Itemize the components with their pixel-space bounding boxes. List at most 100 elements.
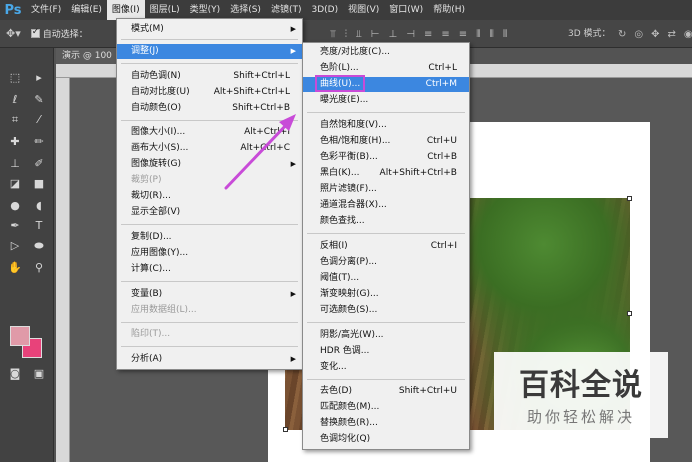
menu-edit[interactable]: 编辑(E) — [66, 0, 107, 20]
align-hcenter-icon[interactable]: ⊥ — [389, 29, 398, 40]
distribute-top-icon[interactable]: ≡ — [424, 29, 432, 40]
menu-item-shadows-highlights[interactable]: 阴影/高光(W)... — [303, 328, 469, 343]
align-left-icon[interactable]: ⊢ — [371, 29, 380, 40]
gradient-tool-icon[interactable]: ■ — [30, 176, 48, 192]
eyedropper-icon[interactable]: ⁄ — [30, 112, 48, 128]
move-tool-icon[interactable]: ✥▾ — [6, 27, 21, 40]
crop-tool-icon[interactable]: ⌗ — [6, 112, 24, 128]
type-tool-icon[interactable]: T — [30, 218, 48, 234]
menu-item-equalize[interactable]: 色调均化(Q) — [303, 432, 469, 447]
zoom-tool-icon[interactable]: ⚲ — [30, 260, 48, 276]
menu-item-photo-filter[interactable]: 照片滤镜(F)... — [303, 182, 469, 197]
watermark-title: 百科全说 — [519, 368, 643, 403]
brush-tool-icon[interactable]: ✏ — [30, 134, 48, 150]
menu-item-posterize[interactable]: 色调分离(P)... — [303, 255, 469, 270]
menu-item-replace-color[interactable]: 替换颜色(R)... — [303, 416, 469, 431]
history-brush-icon[interactable]: ✐ — [30, 156, 48, 172]
quick-select-icon[interactable]: ✎ — [30, 92, 48, 108]
3d-rotate-icon[interactable]: ↻ — [618, 29, 626, 40]
menu-item-trim[interactable]: 裁切(R)... — [117, 189, 302, 204]
menu-item-match-color[interactable]: 匹配颜色(M)... — [303, 400, 469, 415]
menu-item-reveal-all[interactable]: 显示全部(V) — [117, 205, 302, 220]
clone-stamp-icon[interactable]: ⊥ — [6, 156, 24, 172]
distribute-left-icon[interactable]: ⦀ — [476, 29, 480, 40]
move-tool-icon[interactable]: ▸ — [30, 70, 48, 86]
menu-item-auto-tone[interactable]: 自动色调(N) Shift+Ctrl+L — [117, 69, 302, 84]
menu-item-channel-mixer[interactable]: 通道混合器(X)... — [303, 198, 469, 213]
ruler-vertical — [56, 78, 70, 462]
menu-layer[interactable]: 图层(L) — [145, 0, 185, 20]
align-right-icon[interactable]: ⊣ — [406, 29, 415, 40]
menu-item-image-rotation[interactable]: 图像旋转(G) ▶ — [117, 157, 302, 172]
menu-item-threshold[interactable]: 阈值(T)... — [303, 271, 469, 286]
menu-item-selective-color[interactable]: 可选颜色(S)... — [303, 303, 469, 318]
menu-bar: Ps 文件(F) 编辑(E) 图像(I) 图层(L) 类型(Y) 选择(S) 滤… — [0, 0, 692, 20]
distribute-vcenter-icon[interactable]: ≡ — [441, 29, 449, 40]
distribute-bottom-icon[interactable]: ≡ — [459, 29, 467, 40]
menu-item-vibrance[interactable]: 自然饱和度(V)... — [303, 118, 469, 133]
menu-item-variables[interactable]: 变量(B) ▶ — [117, 287, 302, 302]
pen-tool-icon[interactable]: ✒ — [6, 218, 24, 234]
menu-item-canvas-size[interactable]: 画布大小(S)... Alt+Ctrl+C — [117, 141, 302, 156]
3d-scale-icon[interactable]: ◉ — [684, 29, 692, 40]
menu-item-calculations[interactable]: 计算(C)... — [117, 262, 302, 277]
align-top-icon[interactable]: ⫪ — [330, 29, 336, 40]
distribute-hcenter-icon[interactable]: ⦀ — [490, 29, 494, 40]
3d-roll-icon[interactable]: ◎ — [634, 29, 643, 40]
transform-handle[interactable] — [627, 196, 632, 201]
document-tab[interactable]: 演示 @ 100 — [56, 48, 116, 64]
distribute-right-icon[interactable]: ⦀ — [503, 29, 507, 40]
transform-handle[interactable] — [627, 311, 632, 316]
menu-item-hdr-toning[interactable]: HDR 色调... — [303, 344, 469, 359]
watermark: 百科全说 助你轻松解决 — [494, 352, 668, 438]
menu-item-variations[interactable]: 变化... — [303, 360, 469, 375]
align-vcenter-icon[interactable]: ⫶ — [345, 29, 348, 40]
healing-brush-icon[interactable]: ✚ — [6, 134, 24, 150]
menu-item-apply-image[interactable]: 应用图像(Y)... — [117, 246, 302, 261]
blur-tool-icon[interactable]: ● — [6, 198, 24, 214]
marquee-tool-icon[interactable]: ⬚ — [6, 70, 24, 86]
menu-item-mode[interactable]: 模式(M) ▶ — [117, 22, 302, 37]
menu-item-invert[interactable]: 反相(I) Ctrl+I — [303, 239, 469, 254]
menu-item-analysis[interactable]: 分析(A) ▶ — [117, 352, 302, 367]
shape-tool-icon[interactable]: ⬬ — [30, 238, 48, 254]
menu-file[interactable]: 文件(F) — [26, 0, 66, 20]
menu-item-adjustments[interactable]: 调整(J) ▶ — [117, 44, 302, 59]
transform-handle[interactable] — [283, 427, 288, 432]
dodge-tool-icon[interactable]: ◖ — [30, 198, 48, 214]
align-bottom-icon[interactable]: ⫫ — [356, 29, 362, 40]
menu-help[interactable]: 帮助(H) — [428, 0, 470, 20]
hand-tool-icon[interactable]: ✋ — [6, 260, 24, 276]
menu-item-black-white[interactable]: 黑白(K)... Alt+Shift+Ctrl+B — [303, 166, 469, 181]
menu-item-color-balance[interactable]: 色彩平衡(B)... Ctrl+B — [303, 150, 469, 165]
path-select-icon[interactable]: ▷ — [6, 238, 24, 254]
menu-filter[interactable]: 滤镜(T) — [266, 0, 307, 20]
menu-item-exposure[interactable]: 曝光度(E)... — [303, 93, 469, 108]
menu-item-gradient-map[interactable]: 渐变映射(G)... — [303, 287, 469, 302]
quick-mask-icon[interactable]: ◙ — [6, 366, 24, 382]
menu-item-color-lookup[interactable]: 颜色查找... — [303, 214, 469, 229]
3d-slide-icon[interactable]: ⇄ — [668, 29, 676, 40]
menu-item-brightness-contrast[interactable]: 亮度/对比度(C)... — [303, 45, 469, 60]
menu-window[interactable]: 窗口(W) — [384, 0, 428, 20]
eraser-tool-icon[interactable]: ◪ — [6, 176, 24, 192]
menu-3d[interactable]: 3D(D) — [306, 0, 343, 20]
menu-item-auto-contrast[interactable]: 自动对比度(U) Alt+Shift+Ctrl+L — [117, 85, 302, 100]
menu-item-auto-color[interactable]: 自动颜色(O) Shift+Ctrl+B — [117, 101, 302, 116]
menu-item-duplicate[interactable]: 复制(D)... — [117, 230, 302, 245]
submenu-arrow-icon: ▶ — [290, 47, 296, 55]
menu-image[interactable]: 图像(I) — [106, 0, 145, 20]
menu-item-desaturate[interactable]: 去色(D) Shift+Ctrl+U — [303, 384, 469, 399]
menu-item-hue-saturation[interactable]: 色相/饱和度(H)... Ctrl+U — [303, 134, 469, 149]
menu-item-image-size[interactable]: 图像大小(I)... Alt+Ctrl+I — [117, 125, 302, 140]
menu-select[interactable]: 选择(S) — [225, 0, 266, 20]
screen-mode-icon[interactable]: ▣ — [30, 366, 48, 382]
foreground-color-swatch[interactable] — [10, 326, 30, 346]
menu-item-levels[interactable]: 色阶(L)... Ctrl+L — [303, 61, 469, 76]
adjustments-submenu: 亮度/对比度(C)... 色阶(L)... Ctrl+L 曲线(U)... Ctrl… — [302, 42, 470, 450]
menu-type[interactable]: 类型(Y) — [185, 0, 226, 20]
lasso-tool-icon[interactable]: ℓ — [6, 92, 24, 108]
menu-view[interactable]: 视图(V) — [343, 0, 384, 20]
auto-select-checkbox[interactable] — [30, 27, 40, 38]
3d-pan-icon[interactable]: ✥ — [651, 29, 659, 40]
